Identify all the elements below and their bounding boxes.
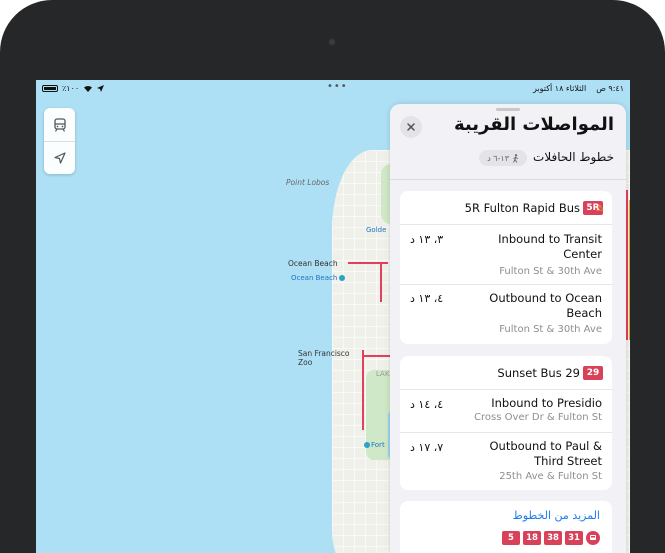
close-icon [407,123,415,131]
map-route-line [362,355,392,357]
route-group-29: Sunset Bus 29 29 Inbound to Presidio Cro… [400,356,612,490]
departure-stop: Cross Over Dr & Fulton St [474,412,602,423]
nearby-transit-panel: المواصلات القريبة خطوط الحافلات ١٣-٦ د 5… [390,104,626,553]
walking-person-icon [513,153,519,163]
panel-title: المواصلات القريبة [454,114,614,135]
beach-poi-icon[interactable] [339,275,345,281]
route-header[interactable]: Sunset Bus 29 29 [400,356,612,390]
status-date: الثلاثاء ١٨ أكتوبر [533,84,587,93]
route-name: 5R Fulton Rapid Bus [464,201,580,215]
departure-time: ٤، ١٣ د [410,292,444,305]
bus-icon [586,531,600,545]
more-routes-badges: 5 18 38 31 [502,531,600,545]
route-badge: 29 [583,366,603,380]
more-lines-card: المزيد من الخطوط 5 18 38 31 [400,501,612,553]
departure-row[interactable]: Outbound to Ocean Beach Fulton St & 30th… [400,285,612,344]
walk-time-pill[interactable]: ١٣-٦ د [479,150,527,166]
departure-row[interactable]: Inbound to Transit Center Fulton St & 30… [400,225,612,285]
departure-row[interactable]: Outbound to Paul & Third Street 25th Ave… [400,433,612,490]
map-label-lake: LAK [376,370,390,378]
map-poi-ocean-beach[interactable]: Ocean Beach [291,274,337,282]
map-controls [44,108,75,174]
route-group-5r: 5R Fulton Rapid Bus 5R ⚠ Inbound to Tran… [400,191,612,344]
tram-icon [53,117,66,132]
map-label-point-lobos: Point Lobos [286,178,330,187]
panel-grabber[interactable] [496,108,520,111]
route-header[interactable]: 5R Fulton Rapid Bus 5R ⚠ [400,191,612,225]
multitasking-dots-icon[interactable]: ••• [327,81,348,92]
map-label-ocean-beach: Ocean Beach [288,259,338,268]
departure-destination: Outbound to Ocean Beach [489,291,602,320]
battery-icon [42,85,58,92]
departure-time: ٧، ١٧ د [410,441,444,454]
transit-mode-button[interactable] [44,108,75,141]
map-route-line [380,262,382,302]
close-button[interactable] [400,116,422,138]
maps-screen[interactable]: Point Lobos Ocean Beach Ocean Beach Gold… [36,80,630,553]
panel-divider [390,179,626,180]
more-lines-link[interactable]: المزيد من الخطوط [513,509,600,522]
route-badge: 5 [502,531,520,545]
walk-time-text: ١٣-٦ د [487,153,509,163]
departure-destination: Inbound to Transit Center [498,232,602,261]
camera-icon [328,38,336,46]
wifi-icon [84,85,93,92]
departure-stop: 25th Ave & Fulton St [499,471,602,482]
map-label-golden-gate: Golde [366,226,387,234]
map-route-line [362,350,364,430]
location-arrow-icon [97,85,105,92]
route-badge: 18 [523,531,541,545]
status-time: ٩:٤١ ص [596,84,624,93]
ipad-bezel: Point Lobos Ocean Beach Ocean Beach Gold… [0,0,665,553]
departure-stop: Fulton St & 30th Ave [499,324,602,335]
departure-destination: Inbound to Presidio [491,396,602,410]
map-label-sf-zoo[interactable]: San Francisco Zoo [298,349,358,367]
route-name: Sunset Bus 29 [497,366,580,380]
panel-subtitle: خطوط الحافلات [533,150,614,164]
departure-destination: Outbound to Paul & Third Street [489,439,603,468]
departure-row[interactable]: Inbound to Presidio Cross Over Dr & Fult… [400,390,612,433]
departure-time: ٤، ١٤ د [410,398,444,411]
departure-stop: Fulton St & 30th Ave [499,266,602,277]
map-label-fort: Fort [371,441,385,449]
current-location-button[interactable] [44,141,75,174]
route-badge: 38 [544,531,562,545]
location-arrow-icon [53,152,66,164]
warning-icon: ⚠ [595,204,604,214]
battery-percentage: ٪١٠٠ [62,84,80,93]
status-bar: ٪١٠٠ ••• الثلاثاء ١٨ أكتوبر ٩:٤١ ص [36,80,630,98]
route-badge: 31 [565,531,583,545]
map-route-strip [626,160,630,460]
map-route-line [348,262,388,264]
fort-poi-icon[interactable] [364,442,370,448]
departure-time: ٣، ١٣ د [410,233,444,246]
